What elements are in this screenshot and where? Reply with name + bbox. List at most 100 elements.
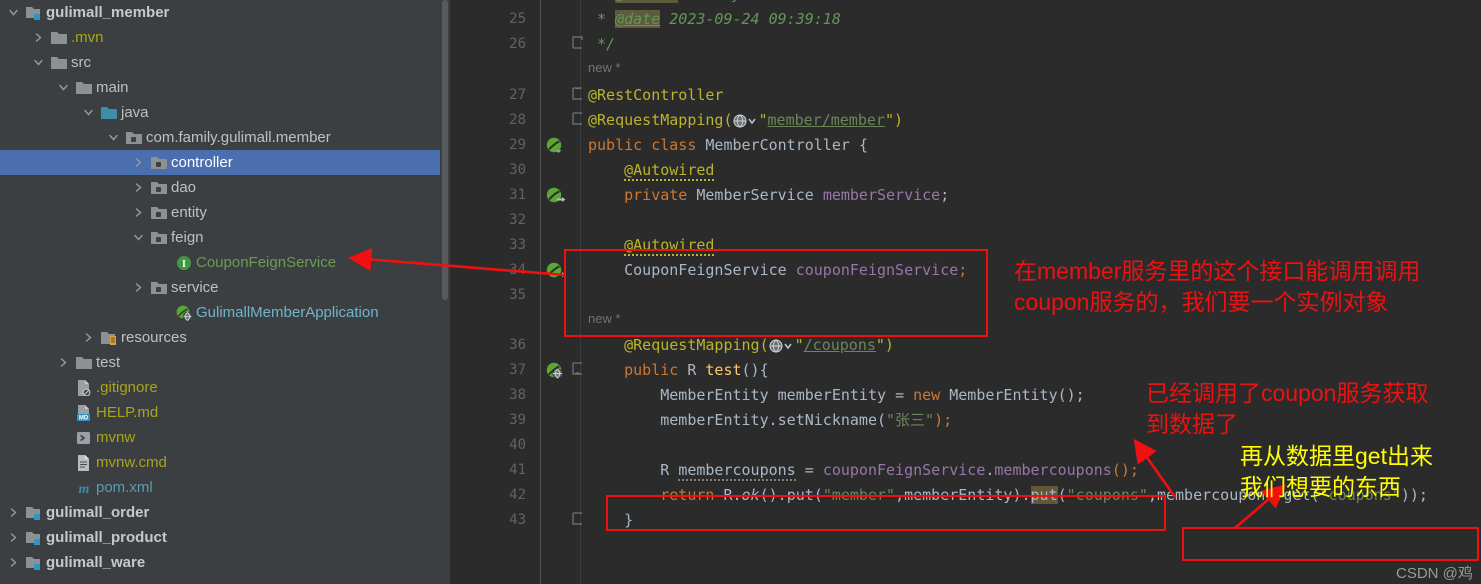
tree-item-label: .mvn: [71, 29, 104, 46]
tree-item-src[interactable]: src: [0, 50, 450, 75]
tree-item-label: src: [71, 54, 91, 71]
line-number: 25: [509, 11, 526, 27]
code-line-43[interactable]: 43 }: [450, 508, 1481, 533]
chevron-right-icon[interactable]: [8, 500, 19, 525]
code-line-25[interactable]: 25 * @date 2023-09-24 09:39:18: [450, 7, 1481, 32]
code-line-42[interactable]: 42 return R.ok().put("member",memberEnti…: [450, 483, 1481, 508]
fold-start-icon[interactable]: [572, 362, 588, 379]
inlay-hint-text: new *: [588, 60, 621, 75]
code-line-27[interactable]: 27 @RestController: [450, 83, 1481, 108]
tree-item-pom-xml[interactable]: m pom.xml: [0, 475, 450, 500]
package-icon: [126, 125, 142, 150]
code-line-40[interactable]: 40: [450, 433, 1481, 458]
module-folder-icon: [26, 525, 42, 550]
fold-end-icon[interactable]: [572, 512, 588, 529]
tree-item-controller[interactable]: controller: [0, 150, 450, 175]
tree-item-dao[interactable]: dao: [0, 175, 450, 200]
tree-item-gulimall-member[interactable]: gulimall_member: [0, 0, 450, 25]
code-line-36[interactable]: 36 @RequestMapping("/coupons"): [450, 333, 1481, 358]
folder-icon: [76, 350, 92, 375]
tree-item--mvn[interactable]: .mvn: [0, 25, 450, 50]
tree-item-com-family-gulimall-member[interactable]: com.family.gulimall.member: [0, 125, 450, 150]
code-line-41[interactable]: 41 R membercoupons = couponFeignService.…: [450, 458, 1481, 483]
code-line-35[interactable]: 35: [450, 283, 1481, 308]
folder-icon: [51, 25, 67, 50]
code-line-33[interactable]: 33 @Autowired: [450, 233, 1481, 258]
chevron-down-icon[interactable]: [33, 50, 44, 75]
chevron-right-icon[interactable]: [33, 25, 44, 50]
chevron-down-icon[interactable]: [58, 75, 69, 100]
tree-item-label: pom.xml: [96, 479, 153, 496]
tree-item-mvnw[interactable]: mvnw: [0, 425, 450, 450]
line-number: 40: [509, 437, 526, 453]
chevron-right-icon[interactable]: [83, 325, 94, 350]
tree-item-test[interactable]: test: [0, 350, 450, 375]
inlay-hint-2: new *: [450, 308, 1481, 333]
code-editor[interactable]: * @author family 25 * @date 2023-09-24 0…: [450, 0, 1481, 584]
line-number: 29: [509, 137, 526, 153]
tree-item-resources[interactable]: resources: [0, 325, 450, 350]
line-number: 34: [509, 262, 526, 278]
line-number: 27: [509, 87, 526, 103]
chevron-down-icon[interactable]: [108, 125, 119, 150]
gitignore-file-icon: [76, 375, 92, 400]
chevron-right-icon[interactable]: [133, 275, 144, 300]
chevron-right-icon[interactable]: [58, 350, 69, 375]
maven-file-icon: m: [76, 475, 92, 500]
code-line-31[interactable]: 31 private MemberService memberService;: [450, 183, 1481, 208]
code-line-38[interactable]: 38 MemberEntity memberEntity = new Membe…: [450, 383, 1481, 408]
tree-item-help-md[interactable]: MD HELP.md: [0, 400, 450, 425]
package-icon: [151, 200, 167, 225]
fold-end-icon[interactable]: [572, 36, 588, 53]
tree-item-java[interactable]: java: [0, 100, 450, 125]
spring-autowire-icon[interactable]: [546, 187, 566, 204]
fold-start-icon[interactable]: [572, 87, 588, 104]
line-number: 43: [509, 512, 526, 528]
tree-item-gulimallmemberapplication[interactable]: GulimallMemberApplication: [0, 300, 450, 325]
tree-item-gulimall-ware[interactable]: gulimall_ware: [0, 550, 450, 575]
chevron-down-icon[interactable]: [133, 225, 144, 250]
tree-item-gulimall-product[interactable]: gulimall_product: [0, 525, 450, 550]
line-number: 38: [509, 387, 526, 403]
code-line-30[interactable]: 30 @Autowired: [450, 158, 1481, 183]
tree-item-label: CouponFeignService: [196, 254, 337, 271]
code-line-37[interactable]: 37 public R test(){: [450, 358, 1481, 383]
markdown-file-icon: MD: [76, 400, 92, 425]
project-tree-panel[interactable]: gulimall_member .mvn src main java com.family…: [0, 0, 450, 584]
tree-item-label: main: [96, 79, 129, 96]
chevron-right-icon[interactable]: [133, 150, 144, 175]
tree-item--gitignore[interactable]: .gitignore: [0, 375, 450, 400]
chevron-right-icon[interactable]: [133, 175, 144, 200]
chevron-right-icon[interactable]: [8, 525, 19, 550]
chevron-down-icon[interactable]: [8, 0, 19, 25]
tree-item-entity[interactable]: entity: [0, 200, 450, 225]
spring-autowire-icon[interactable]: [546, 262, 566, 279]
tree-item-label: java: [121, 104, 149, 121]
tree-item-feign[interactable]: feign: [0, 225, 450, 250]
code-line-32[interactable]: 32: [450, 208, 1481, 233]
spring-mapping-icon[interactable]: [546, 362, 563, 379]
code-line-39[interactable]: 39 memberEntity.setNickname("张三");: [450, 408, 1481, 433]
fold-start-icon[interactable]: [572, 112, 588, 129]
project-tree-scrollbar[interactable]: [440, 0, 450, 584]
tree-item-service[interactable]: service: [0, 275, 450, 300]
tree-item-main[interactable]: main: [0, 75, 450, 100]
chevron-right-icon[interactable]: [133, 200, 144, 225]
code-line-29[interactable]: 29 public class MemberController {: [450, 133, 1481, 158]
tree-item-label: resources: [121, 329, 187, 346]
tree-item-mvnw-cmd[interactable]: mvnw.cmd: [0, 450, 450, 475]
code-line-28[interactable]: 28 @RequestMapping("member/member"): [450, 108, 1481, 133]
tree-item-label: feign: [171, 229, 204, 246]
line-number: 28: [509, 112, 526, 128]
scrollbar-thumb[interactable]: [442, 0, 448, 300]
tree-item-couponfeignservice[interactable]: I CouponFeignService: [0, 250, 450, 275]
package-icon: [151, 225, 167, 250]
code-line-34[interactable]: 34 CouponFeignService couponFeignService…: [450, 258, 1481, 283]
tree-item-gulimall-order[interactable]: gulimall_order: [0, 500, 450, 525]
spring-bean-icon[interactable]: [546, 137, 563, 154]
line-number: 31: [509, 187, 526, 203]
package-icon: [151, 150, 167, 175]
code-line-26[interactable]: 26 */: [450, 32, 1481, 57]
chevron-right-icon[interactable]: [8, 550, 19, 575]
chevron-down-icon[interactable]: [83, 100, 94, 125]
